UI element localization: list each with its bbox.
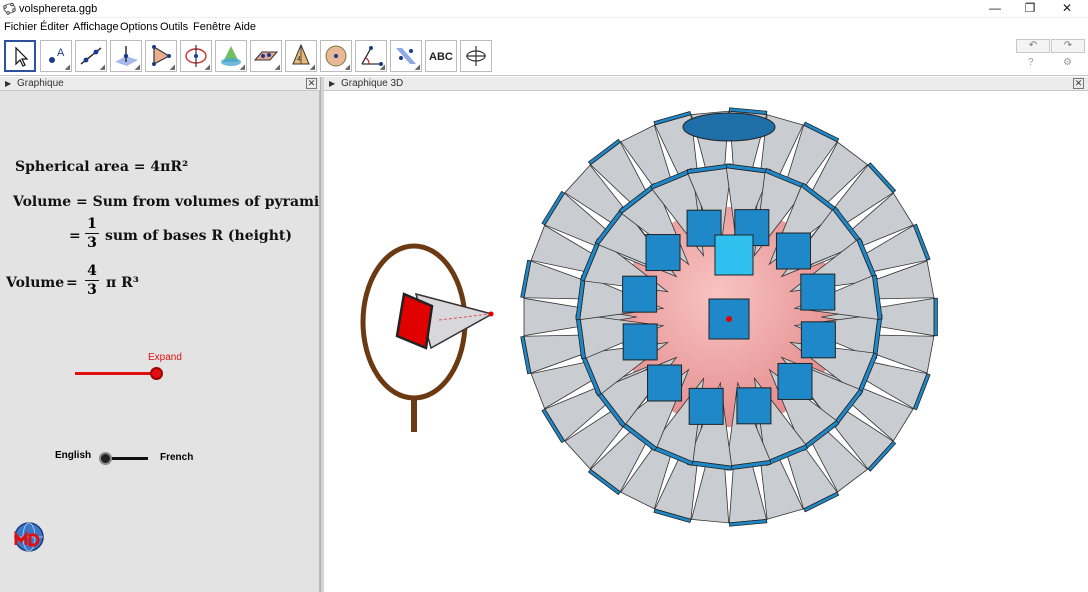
panel-toggle-icon[interactable]: ▶ [5, 77, 11, 90]
tool-sphere[interactable]: ◢ [320, 40, 352, 72]
expand-slider-track[interactable] [75, 372, 157, 375]
graphics3d-panel-title: Graphique 3D [341, 78, 404, 89]
tool-rotate-view[interactable] [460, 40, 492, 72]
svg-text:ABC: ABC [429, 51, 453, 63]
sphere-of-pyramids [520, 107, 938, 527]
panel3d-toggle-icon[interactable]: ▶ [329, 77, 335, 90]
fraction-denominator: 3 [87, 282, 97, 298]
sphere-center-point [726, 316, 732, 322]
close-window-button[interactable]: ✕ [1050, 0, 1084, 18]
menu-outils[interactable]: Outils [160, 21, 188, 33]
menu-fichier[interactable]: Fichier [4, 21, 37, 33]
tool-reflect-plane[interactable]: ◢ [390, 40, 422, 72]
graphics-panel-title: Graphique [17, 78, 64, 89]
svg-text:4: 4 [297, 56, 301, 63]
language-french-label: French [160, 452, 194, 463]
pyramid-base-face [645, 234, 681, 272]
graphics-panel-header: ▶ Graphique ✕ [0, 77, 320, 91]
pyramid-base-face [800, 273, 836, 311]
fraction-denominator: 3 [87, 235, 97, 251]
window-title: volsphereta.ggb [19, 3, 98, 15]
graphics3d-panel-close-button[interactable]: ✕ [1073, 78, 1084, 89]
expand-slider-handle[interactable] [150, 367, 163, 380]
tool-point[interactable]: A ◢ [40, 40, 72, 72]
equals-sign: = [69, 228, 81, 244]
tool-perpendicular[interactable]: ◢ [110, 40, 142, 72]
pyramid-base-face [736, 387, 772, 425]
pyramid-base-face [622, 323, 658, 361]
help-icon[interactable]: ? [1028, 57, 1034, 68]
language-toggle-handle[interactable] [99, 452, 112, 465]
volume-equals: = [66, 275, 78, 291]
move-arrow-icon [15, 46, 29, 67]
pyramid-base-face [647, 364, 683, 402]
canvas-3d[interactable] [324, 92, 1088, 592]
pyramid-base-face [800, 321, 836, 359]
tool-line[interactable]: ◢ [75, 40, 107, 72]
toolbar: A ◢ ◢ ◢ ◢ ◢ ◢ ◢ 4 ◢ ◢ ◢ ◢ ABC ↶ ↷ [0, 36, 1088, 76]
tool-text[interactable]: ABC [425, 40, 457, 72]
pyramid-base-face [714, 234, 754, 276]
menu-fenetre[interactable]: Fenêtre [193, 21, 231, 33]
pi-r-cubed: π R³ [106, 275, 139, 291]
restore-button[interactable]: ❐ [1013, 0, 1047, 18]
tool-move[interactable] [4, 40, 36, 72]
graphics-panel: ▶ Graphique ✕ Spherical area = 4πR² Volu… [0, 77, 337, 592]
volume-label: Volume [6, 275, 65, 291]
fraction-one-third: 1 3 [85, 216, 99, 251]
tool-circle-axis[interactable]: ◢ [180, 40, 212, 72]
volume-sum-text: Volume = Sum from volumes of pyramids [13, 194, 337, 210]
tool-plane-points[interactable]: ◢ [250, 40, 282, 72]
fraction-numerator: 1 [87, 216, 97, 232]
language-english-label: English [55, 450, 92, 461]
spherical-area-formula: Spherical area = 4πR² [15, 159, 189, 175]
menu-aide[interactable]: Aide [234, 21, 256, 33]
tool-plane-intersect[interactable]: ◢ [215, 40, 247, 72]
rotate-view-icon [466, 46, 486, 66]
tool-angle[interactable]: ◢ [355, 40, 387, 72]
menu-bar: Fichier Éditer Affichage Options Outils … [0, 18, 1088, 36]
pyramid-base-face [622, 275, 658, 313]
fraction-numerator: 4 [87, 263, 97, 279]
undo-button[interactable]: ↶ [1016, 39, 1050, 53]
menu-editer[interactable]: Éditer [40, 21, 69, 33]
geogebra-app-icon [3, 2, 16, 15]
menu-affichage[interactable]: Affichage [73, 21, 119, 33]
text-icon: ABC [429, 51, 453, 63]
graphics3d-panel-header: ▶ Graphique 3D ✕ [324, 77, 1088, 91]
menu-options[interactable]: Options [120, 21, 158, 33]
title-bar: volsphereta.ggb — ❐ ✕ [0, 0, 1088, 18]
pyramid-base-face [777, 362, 813, 400]
sum-of-bases-text: sum of bases R (height) [105, 228, 292, 244]
redo-button[interactable]: ↷ [1051, 39, 1085, 53]
minimize-button[interactable]: — [978, 0, 1012, 18]
md-logo-icon [14, 522, 44, 552]
gear-icon[interactable]: ⚙ [1063, 57, 1072, 68]
tool-pyramid[interactable]: 4 ◢ [285, 40, 317, 72]
magnifier-loupe [360, 243, 494, 432]
expand-slider-label: Expand [148, 352, 182, 363]
fraction-four-thirds: 4 3 [85, 263, 99, 298]
top-cap [682, 112, 776, 142]
pyramid-base-face [775, 232, 811, 270]
tool-polygon[interactable]: ◢ [145, 40, 177, 72]
graphics3d-panel: ▶ Graphique 3D ✕ [324, 77, 1088, 592]
svg-text:A: A [57, 47, 65, 59]
graphics-panel-close-button[interactable]: ✕ [306, 78, 317, 89]
pyramid-base-face [688, 387, 724, 425]
